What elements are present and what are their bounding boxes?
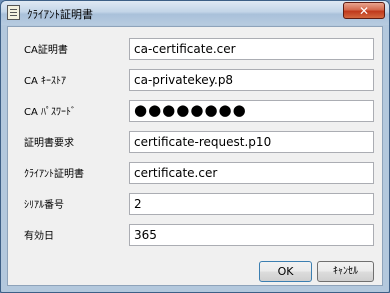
dialog-body: CA証明書 ca-certificate.cer CA ｷｰｽﾄｱ ca-pri… [7,26,383,286]
dialog-window: ｸﾗｲｱﾝﾄ証明書 ✕ CA証明書 ca-certificate.cer CA … [0,0,390,293]
validity-days-label: 有効日 [24,231,54,242]
document-icon [7,5,20,20]
ca-password-label: CA ﾊﾟｽﾜｰﾄﾞ [24,107,77,118]
cancel-button[interactable]: ｷｬﾝｾﾙ [317,261,374,282]
client-certificate-label: ｸﾗｲｱﾝﾄ証明書 [24,169,84,180]
ca-keystore-label: CA ｷｰｽﾄｱ [24,76,67,87]
close-button[interactable]: ✕ [343,2,385,19]
ca-password-input[interactable]: ●●●●●●●● [129,100,374,122]
certificate-request-label: 証明書要求 [24,138,74,149]
ca-keystore-input[interactable]: ca-privatekey.p8 [129,69,374,91]
ca-certificate-label: CA証明書 [24,45,68,56]
client-certificate-input[interactable]: certificate.cer [129,162,374,184]
ca-certificate-input[interactable]: ca-certificate.cer [129,38,374,60]
serial-number-label: ｼﾘｱﾙ番号 [24,200,64,211]
ok-button[interactable]: OK [259,261,312,282]
validity-days-input[interactable]: 365 [129,224,374,246]
window-title: ｸﾗｲｱﾝﾄ証明書 [27,8,93,21]
certificate-request-input[interactable]: certificate-request.p10 [129,131,374,153]
title-bar[interactable]: ｸﾗｲｱﾝﾄ証明書 ✕ [1,1,389,25]
serial-number-input[interactable]: 2 [129,193,374,215]
